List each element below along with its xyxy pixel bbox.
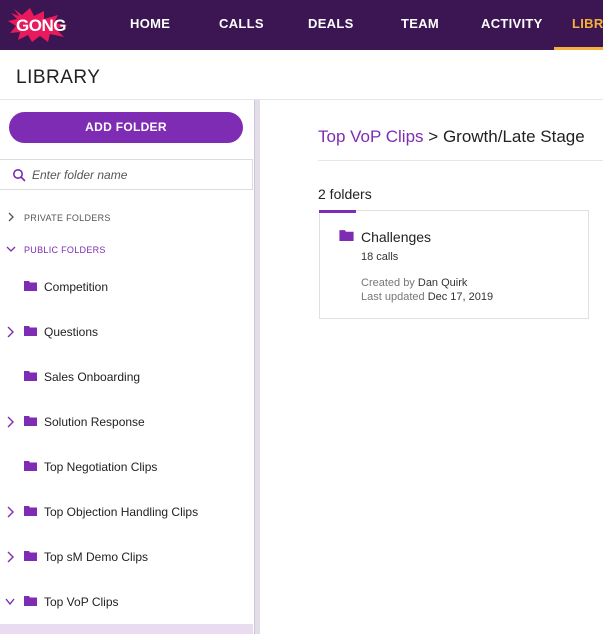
section-label: PRIVATE FOLDERS [24, 213, 111, 223]
section-private-folders[interactable]: PRIVATE FOLDERS [0, 208, 253, 228]
chevron-right-icon[interactable] [5, 506, 15, 518]
nav-library[interactable]: LIBRARY [554, 0, 603, 50]
selected-subfolder-row[interactable] [0, 624, 253, 634]
folder-item-top-objection-handling-clips[interactable]: Top Objection Handling Clips [0, 495, 253, 531]
add-folder-button[interactable]: ADD FOLDER [9, 112, 243, 143]
gong-logo[interactable]: GONG [8, 7, 70, 43]
search-icon [13, 169, 26, 182]
folder-item-top-sm-demo-clips[interactable]: Top sM Demo Clips [0, 540, 253, 576]
nav-activity[interactable]: ACTIVITY [481, 0, 543, 50]
page-header: LIBRARY [0, 50, 603, 100]
section-label: PUBLIC FOLDERS [24, 245, 106, 255]
folder-item-competition[interactable]: Competition [0, 270, 253, 306]
breadcrumb-current: Growth/Late Stage [442, 127, 585, 146]
folder-item-solution-response[interactable]: Solution Response [0, 405, 253, 441]
created-by-value: Dan Quirk [417, 277, 468, 289]
folder-icon [24, 506, 37, 516]
folder-label: Top Objection Handling Clips [44, 505, 199, 519]
card-title[interactable]: Challenges [361, 229, 431, 245]
chevron-right-icon[interactable] [5, 416, 15, 428]
folder-count: 2 folders [318, 186, 372, 202]
chevron-right-icon[interactable] [5, 551, 15, 563]
chevron-right-icon [8, 212, 14, 222]
folder-label: Questions [44, 325, 99, 339]
nav-calls[interactable]: CALLS [219, 0, 264, 50]
folder-icon [24, 371, 37, 381]
folder-icon [24, 281, 37, 291]
folder-search [0, 159, 253, 190]
folder-icon [339, 230, 354, 241]
card-created-by: Created by Dan Quirk [361, 277, 467, 289]
folder-card-challenges[interactable]: Challenges 18 calls Created by Dan Quirk… [319, 210, 589, 319]
folder-icon [24, 461, 37, 471]
folder-item-top-negotiation-clips[interactable]: Top Negotiation Clips [0, 450, 253, 486]
card-call-count: 18 calls [361, 251, 399, 263]
page-title: LIBRARY [16, 67, 101, 88]
chevron-down-icon[interactable] [5, 596, 15, 608]
folder-label: Top sM Demo Clips [44, 550, 149, 564]
folder-label: Solution Response [44, 415, 145, 429]
folder-icon [24, 551, 37, 561]
chevron-right-icon[interactable] [5, 326, 15, 338]
folder-item-top-vop-clips[interactable]: Top VoP Clips [0, 585, 253, 621]
last-updated-value: Dec 17, 2019 [427, 291, 494, 303]
nav-home[interactable]: HOME [130, 0, 170, 50]
folder-item-questions[interactable]: Questions [0, 315, 253, 351]
folder-sidebar: ADD FOLDER PRIVATE FOLDERS PUBLIC FOLDER… [0, 100, 254, 634]
folder-label: Top Negotiation Clips [44, 460, 158, 474]
folder-label: Top VoP Clips [44, 595, 119, 609]
section-public-folders[interactable]: PUBLIC FOLDERS [0, 240, 253, 260]
folder-item-sales-onboarding[interactable]: Sales Onboarding [0, 360, 253, 396]
folder-icon [24, 326, 37, 336]
breadcrumb: Top VoP Clips > Growth/Late Stage [318, 127, 585, 147]
folder-icon [24, 596, 37, 606]
main-content: Top VoP Clips > Growth/Late Stage 2 fold… [260, 100, 603, 634]
last-updated-label: Last updated [361, 291, 425, 303]
folder-label: Competition [44, 280, 109, 294]
created-by-label: Created by [361, 277, 415, 289]
folder-icon [24, 416, 37, 426]
top-navigation: GONG HOME CALLS DEALS TEAM ACTIVITY LIBR… [0, 0, 603, 50]
nav-deals[interactable]: DEALS [308, 0, 354, 50]
breadcrumb-separator: > [428, 127, 439, 146]
breadcrumb-parent-link[interactable]: Top VoP Clips [318, 127, 424, 146]
nav-team[interactable]: TEAM [401, 0, 439, 50]
folder-search-input[interactable] [32, 160, 247, 189]
card-last-updated: Last updated Dec 17, 2019 [361, 291, 493, 303]
folder-label: Sales Onboarding [44, 370, 141, 384]
card-accent-bar [319, 210, 356, 213]
logo-text: GONG [16, 16, 66, 35]
chevron-down-icon [6, 246, 16, 252]
breadcrumb-divider [318, 160, 603, 161]
